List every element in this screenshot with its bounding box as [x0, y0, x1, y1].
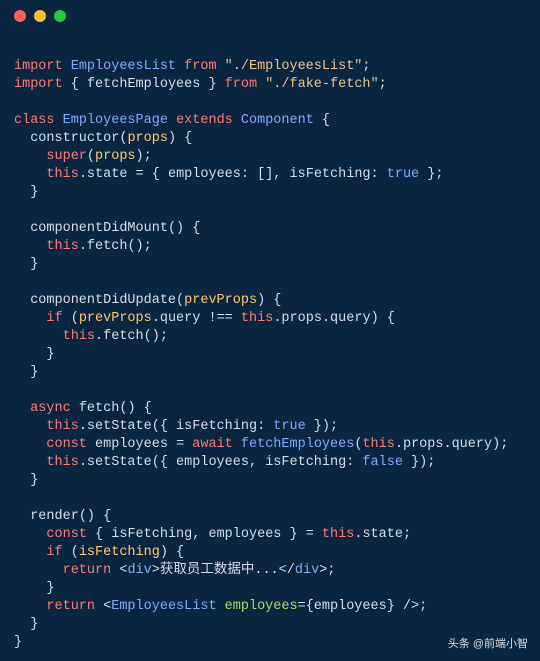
watermark-handle: @前端小智 [473, 638, 528, 650]
watermark: 头条 @前端小智 [448, 635, 528, 653]
window-controls [0, 10, 540, 22]
watermark-prefix: 头条 [448, 638, 470, 650]
code-window: import EmployeesList from "./EmployeesLi… [0, 0, 540, 652]
minimize-icon[interactable] [34, 10, 46, 22]
code-block: import EmployeesList from "./EmployeesLi… [0, 40, 540, 652]
maximize-icon[interactable] [54, 10, 66, 22]
close-icon[interactable] [14, 10, 26, 22]
keyword-import: import [14, 59, 63, 74]
jsx-text-loading: 获取员工数据中... [160, 563, 279, 578]
